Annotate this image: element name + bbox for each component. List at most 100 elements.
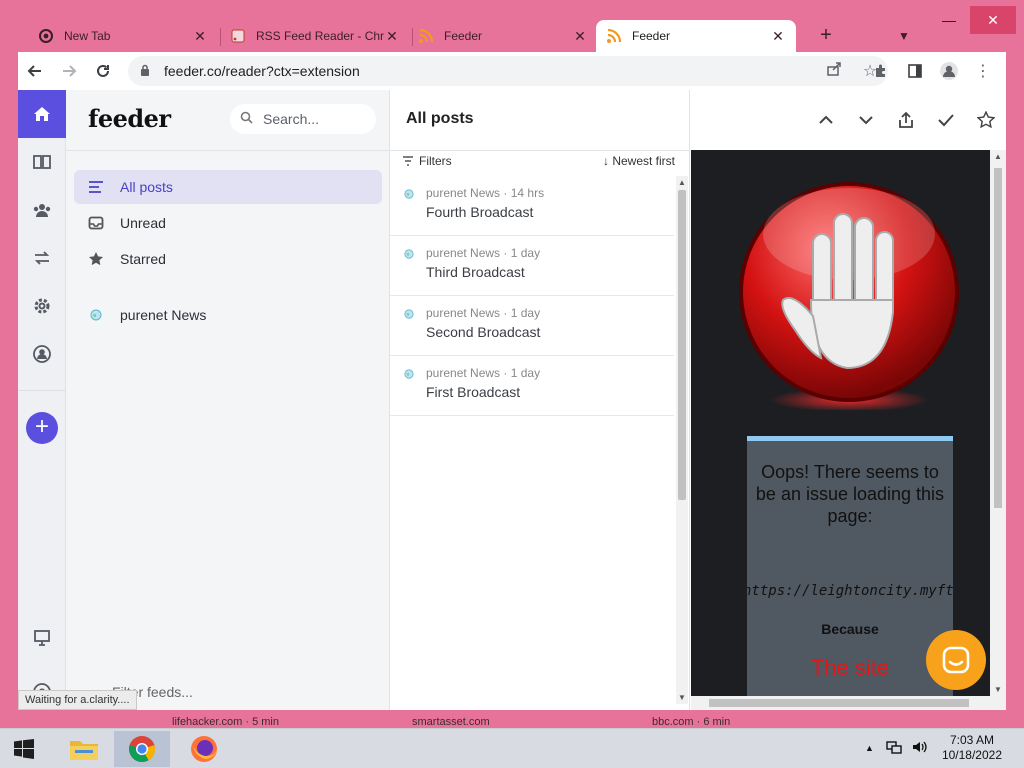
article-hscrollbar[interactable] [691,696,1006,710]
close-icon[interactable]: ✕ [572,28,588,45]
kebab-menu-icon[interactable]: ⋮ [966,54,1000,88]
filters-label: Filters [419,154,452,168]
team-icon[interactable] [18,186,66,234]
clock-date: 10/18/2022 [941,748,1002,762]
star-post-button[interactable] [966,104,1006,136]
filters-button[interactable]: Filters [402,154,452,168]
account-icon[interactable] [18,330,66,378]
icon-rail: + ? [18,90,66,710]
background-text: lifehacker.com · 5 min [172,716,279,728]
close-icon[interactable]: ✕ [770,28,786,45]
reader-pane: Oops! There seems to be an issue loading… [691,90,1006,710]
tab-rss-feed-reader[interactable]: RSS Feed Reader - Chro ✕ [220,20,410,52]
post-item[interactable]: purenet News · 1 day First Broadcast [390,356,674,416]
mark-read-button[interactable] [926,104,966,136]
chevron-down-icon [859,116,873,125]
chat-support-button[interactable] [926,630,986,690]
chevron-up-icon[interactable]: ▲ [865,743,874,753]
post-item[interactable]: purenet News · 1 day Third Broadcast [390,236,674,296]
tab-strip: New Tab ✕ RSS Feed Reader - Chro ✕ Feede… [18,0,1024,52]
article-scrollbar[interactable]: ▲ ▼ [990,150,1006,696]
page-viewport: + ? feeder Search... All posts [18,90,1006,710]
tab-feeder[interactable]: Feeder ✕ [408,20,598,52]
nav-label: Unread [120,215,166,231]
tab-title: Feeder [632,29,671,43]
repeat-arrows-icon[interactable] [18,234,66,282]
chevron-down-icon[interactable]: ▼ [894,24,914,48]
background-page-strip: lifehacker.com · 5 min smartasset.com bb… [0,710,1024,728]
home-icon[interactable] [18,90,66,138]
error-heading: Oops! There seems to be an issue loading… [755,462,945,526]
scroll-up-icon[interactable]: ▲ [990,152,1006,161]
scroll-up-icon[interactable]: ▲ [676,178,688,187]
close-icon[interactable]: ✕ [192,28,208,45]
search-icon [240,111,253,127]
post-title: First Broadcast [426,384,521,400]
reload-button[interactable] [86,54,120,88]
extensions-puzzle-icon[interactable] [864,54,898,88]
chrome-icon [38,28,54,44]
chat-bubble-icon [942,646,970,674]
post-meta: purenet News · 14 hrs [426,186,545,200]
profile-avatar-icon[interactable] [932,54,966,88]
globe-icon [404,246,414,259]
forward-button[interactable] [52,54,86,88]
share-icon[interactable] [816,61,852,82]
share-icon [899,111,913,128]
post-meta: purenet News · 1 day [426,366,541,380]
side-panel-icon[interactable] [898,54,932,88]
tab-new-tab[interactable]: New Tab ✕ [28,20,218,52]
share-button[interactable] [886,104,926,136]
nav-unread[interactable]: Unread [74,206,382,240]
address-bar[interactable]: feeder.co/reader?ctx=extension ☆ [128,56,888,86]
nav-all-posts[interactable]: All posts [74,170,382,204]
nav-starred[interactable]: Starred [74,242,382,276]
scroll-down-icon[interactable]: ▼ [676,693,688,702]
add-feed-button[interactable]: + [26,412,58,444]
browser-window: New Tab ✕ RSS Feed Reader - Chro ✕ Feede… [0,0,1024,728]
post-list-scrollbar[interactable]: ▲ ▼ [676,176,688,704]
feeder-logo[interactable]: feeder [88,104,171,133]
pane-title: All posts [406,110,474,127]
stop-hand-icon [739,182,959,410]
rss-icon [606,28,622,44]
clock[interactable]: 7:03 AM 10/18/2022 [942,733,1002,763]
tab-title: Feeder [444,29,483,43]
post-meta: purenet News · 1 day [426,306,541,320]
windows-start-icon[interactable] [0,731,48,767]
volume-icon[interactable] [912,740,928,757]
search-input[interactable]: Search... [230,104,376,134]
chrome-taskbar-icon[interactable] [114,731,170,767]
status-bubble: Waiting for a.clarity.... [18,690,137,710]
post-item[interactable]: purenet News · 14 hrs Fourth Broadcast [390,176,674,236]
rss-icon [418,28,434,44]
search-placeholder: Search... [263,111,320,127]
back-button[interactable] [18,54,52,88]
previous-post-button[interactable] [806,104,846,136]
reason-text: The site [810,655,890,680]
firefox-icon[interactable] [176,731,232,767]
inbox-icon [86,216,106,230]
post-title: Second Broadcast [426,324,541,340]
new-tab-button[interactable]: + [814,24,838,48]
filter-icon [403,156,413,166]
desktop-icon[interactable] [18,614,66,662]
close-window-button[interactable]: ✕ [970,6,1016,34]
gear-icon[interactable] [18,282,66,330]
sort-label: Newest first [612,154,675,168]
tab-feeder-active[interactable]: Feeder ✕ [596,20,796,52]
nav-label: Starred [120,251,166,267]
reader-view-icon[interactable] [18,138,66,186]
system-tray: ▲ 7:03 AM 10/18/2022 [865,733,1002,763]
network-icon[interactable] [886,740,902,757]
sort-button[interactable]: ↓ Newest first [603,154,675,168]
file-explorer-icon[interactable] [56,731,112,767]
feed-purenet-news[interactable]: purenet News [74,298,382,332]
next-post-button[interactable] [846,104,886,136]
close-icon[interactable]: ✕ [384,28,400,45]
feed-label: purenet News [120,307,207,323]
tab-title: New Tab [64,29,111,43]
post-item[interactable]: purenet News · 1 day Second Broadcast [390,296,674,356]
globe-icon [404,366,414,379]
scroll-down-icon[interactable]: ▼ [990,685,1006,694]
